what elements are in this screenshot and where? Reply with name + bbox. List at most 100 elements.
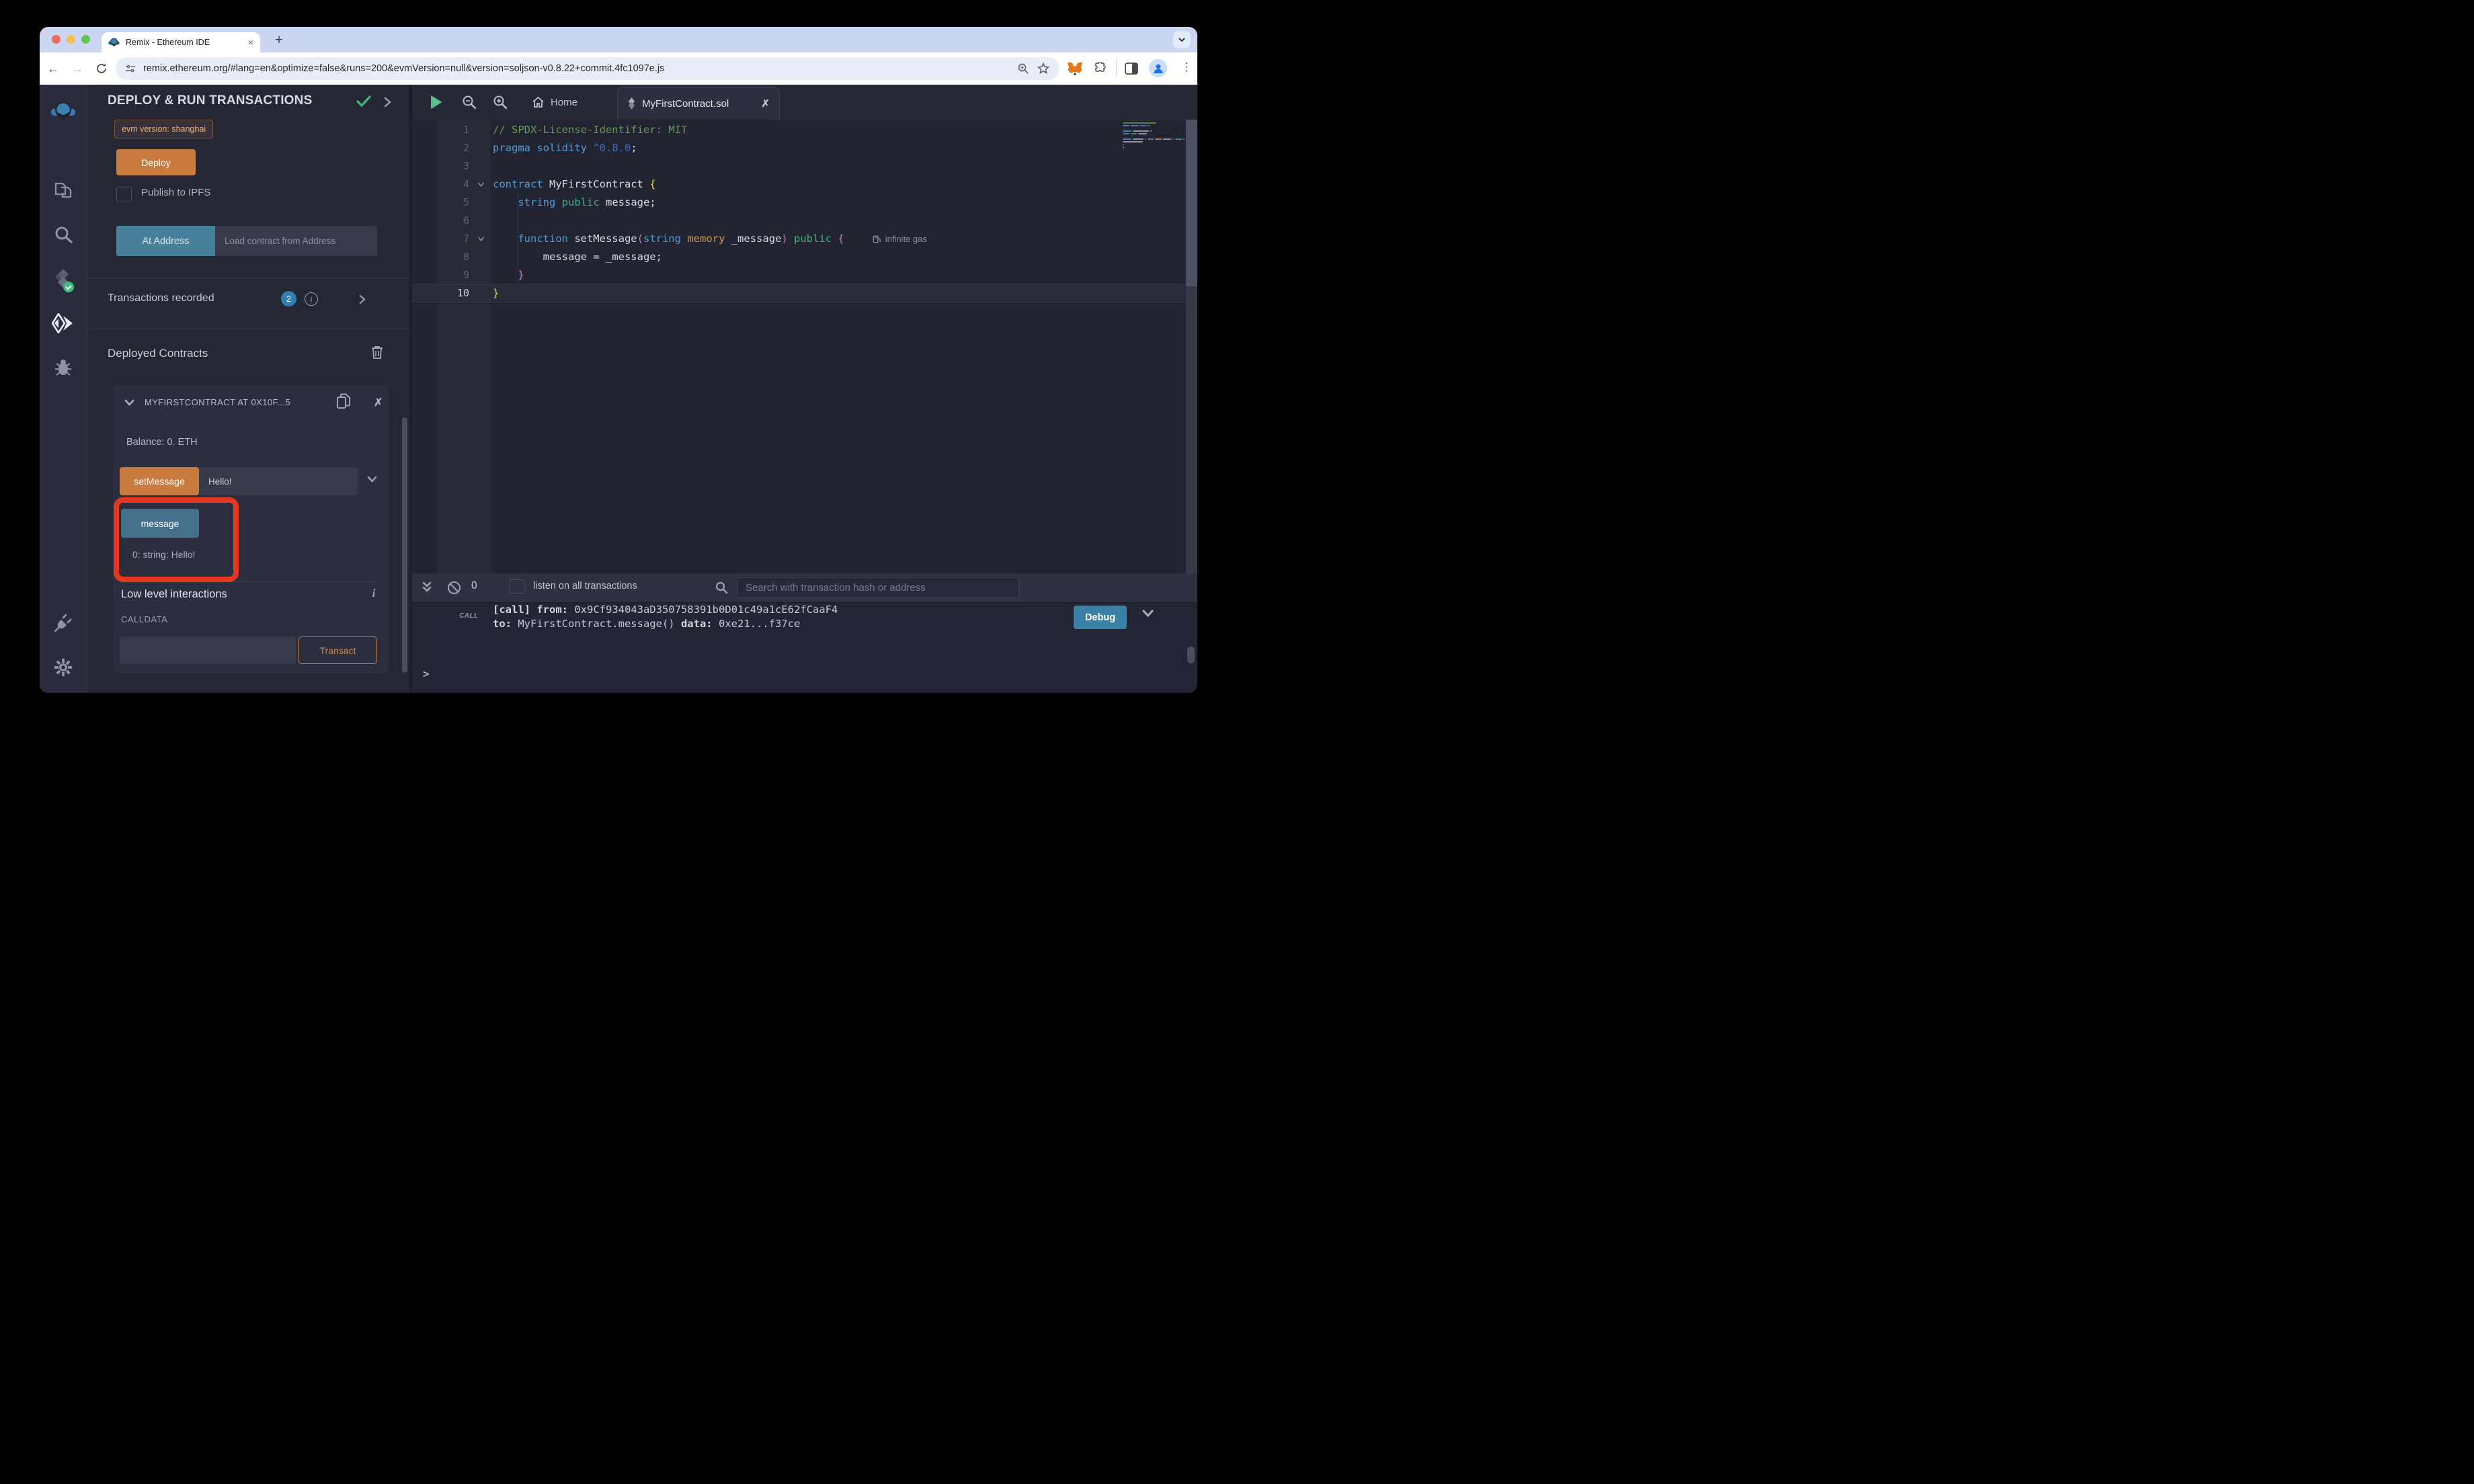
tab-search-button[interactable] (1173, 31, 1191, 48)
transactions-count-badge: 2 (281, 291, 296, 306)
close-window-button[interactable] (52, 35, 61, 44)
editor-scrollbar-thumb[interactable] (1186, 120, 1197, 286)
terminal-prompt[interactable]: > (423, 667, 430, 680)
editor-minimap[interactable] (1123, 122, 1185, 149)
file-explorer-icon[interactable] (53, 181, 73, 200)
icon-rail (40, 85, 87, 693)
tab-home-label: Home (551, 97, 577, 108)
code-editor[interactable]: 1// SPDX-License-Identifier: MIT2pragma … (412, 120, 1197, 573)
compiled-check-icon (356, 95, 371, 108)
zoom-out-icon[interactable] (462, 95, 477, 110)
editor-tab-bar: Home MyFirstContract.sol ✗ (412, 85, 1197, 120)
terminal: 0 listen on all transactions CALL [call]… (412, 573, 1197, 693)
code-line[interactable]: 3 (412, 157, 1186, 175)
tab-home[interactable]: Home (521, 85, 588, 120)
main-area: Home MyFirstContract.sol ✗ 1// SPDX-Lice… (412, 85, 1197, 693)
transactions-recorded-label: Transactions recorded (108, 292, 214, 304)
bookmark-star-icon[interactable] (1037, 62, 1050, 75)
code-line[interactable]: 5 string public message; (412, 194, 1186, 212)
metamask-extension-icon[interactable] (1067, 60, 1083, 77)
tab-title: Remix - Ethereum IDE (126, 38, 242, 47)
evm-version-badge: evm version: shanghai (114, 120, 213, 138)
transactions-info-icon[interactable]: i (305, 292, 318, 306)
at-address-input[interactable] (215, 226, 377, 256)
chevron-down-icon (1178, 36, 1186, 44)
publish-ipfs-checkbox[interactable] (116, 187, 132, 202)
transactions-chevron-icon[interactable] (359, 294, 366, 304)
copy-address-icon[interactable] (337, 393, 351, 409)
debug-button[interactable]: Debug (1074, 606, 1127, 629)
browser-tab-strip: Remix - Ethereum IDE × + (40, 27, 1197, 52)
terminal-toolbar: 0 listen on all transactions (412, 573, 1197, 603)
terminal-search-input[interactable] (737, 577, 1019, 598)
search-icon[interactable] (53, 224, 73, 245)
zoom-page-icon[interactable] (1017, 63, 1029, 75)
panel-expand-chevron-icon[interactable] (384, 97, 391, 108)
browser-menu-icon[interactable]: ⋮ (1179, 60, 1195, 74)
remix-favicon (108, 37, 120, 48)
remix-logo-icon[interactable] (51, 99, 75, 124)
editor-scrollbar[interactable] (1186, 120, 1197, 573)
tab-close-icon[interactable]: × (248, 38, 253, 47)
tab-file-close-icon[interactable]: ✗ (761, 97, 770, 110)
code-line[interactable]: 8 message = _message; (412, 248, 1186, 266)
listen-checkbox[interactable] (510, 579, 524, 594)
set-message-input[interactable] (199, 467, 358, 495)
clear-console-icon[interactable] (447, 581, 461, 595)
home-icon (532, 96, 545, 108)
terminal-log[interactable]: [call] from: 0x9Cf934043aD350758391b0D01… (493, 603, 838, 631)
code-line[interactable]: 4contract MyFirstContract { (412, 175, 1186, 194)
url-text[interactable]: remix.ethereum.org/#lang=en&optimize=fal… (143, 63, 1010, 74)
code-line[interactable]: 2pragma solidity ^0.8.0; (412, 139, 1186, 157)
tab-file-label: MyFirstContract.sol (642, 98, 729, 110)
back-button[interactable]: ← (45, 60, 61, 77)
code-lines[interactable]: 1// SPDX-License-Identifier: MIT2pragma … (412, 121, 1186, 302)
minimize-window-button[interactable] (67, 35, 75, 44)
at-address-button[interactable]: At Address (116, 226, 215, 256)
reload-button[interactable] (93, 60, 110, 77)
collapse-terminal-icon[interactable] (422, 581, 432, 594)
red-annotation-rectangle (114, 497, 239, 582)
browser-tab[interactable]: Remix - Ethereum IDE × (102, 32, 260, 52)
panel-title: DEPLOY & RUN TRANSACTIONS (108, 93, 312, 108)
forward-button[interactable]: → (69, 60, 85, 77)
solidity-compiler-icon[interactable] (52, 267, 75, 293)
debugger-icon[interactable] (53, 358, 73, 378)
run-script-play-icon[interactable] (431, 95, 442, 109)
zoom-in-icon[interactable] (493, 95, 508, 110)
deploy-button[interactable]: Deploy (116, 149, 196, 175)
remix-app: DEPLOY & RUN TRANSACTIONS evm version: s… (40, 85, 1197, 693)
set-message-button[interactable]: setMessage (120, 467, 199, 495)
code-line[interactable]: 9 } (412, 266, 1186, 284)
profile-avatar[interactable] (1149, 59, 1167, 77)
terminal-scrollbar-thumb[interactable] (1187, 647, 1195, 663)
url-bar[interactable]: remix.ethereum.org/#lang=en&optimize=fal… (116, 57, 1060, 80)
sidebar-toggle-icon[interactable] (1123, 60, 1140, 77)
low-level-info-icon[interactable]: i (367, 587, 381, 600)
site-settings-icon[interactable] (125, 63, 136, 74)
remove-contract-icon[interactable]: ✗ (374, 396, 383, 409)
trash-icon[interactable] (371, 345, 383, 360)
tab-myfirstcontract[interactable]: MyFirstContract.sol ✗ (617, 87, 780, 120)
code-line[interactable]: 6 (412, 212, 1186, 230)
transact-button[interactable]: Transact (298, 636, 377, 664)
maximize-window-button[interactable] (81, 35, 90, 44)
pending-tx-count: 0 (471, 580, 477, 592)
extensions-puzzle-icon[interactable] (1092, 60, 1108, 77)
log-expand-chevron-icon[interactable] (1142, 610, 1154, 618)
deploy-run-icon[interactable] (52, 313, 75, 333)
expand-args-chevron-icon[interactable] (367, 476, 377, 483)
code-line[interactable]: 7 function setMessage(string memory _mes… (412, 230, 1186, 248)
contract-balance: Balance: 0. ETH (126, 437, 198, 448)
contract-collapse-chevron-icon[interactable] (124, 399, 134, 407)
code-line[interactable]: 10} (412, 284, 1186, 302)
terminal-search-icon (715, 581, 728, 594)
new-tab-button[interactable]: + (270, 31, 288, 50)
calldata-input[interactable] (120, 636, 296, 664)
plugin-manager-icon[interactable] (53, 613, 73, 633)
contract-title[interactable]: MYFIRSTCONTRACT AT 0X10F...5 (145, 397, 333, 407)
panel-scrollbar[interactable] (402, 417, 407, 673)
solidity-file-icon (627, 97, 636, 110)
settings-gear-icon[interactable] (53, 657, 73, 677)
code-line[interactable]: 1// SPDX-License-Identifier: MIT (412, 121, 1186, 139)
